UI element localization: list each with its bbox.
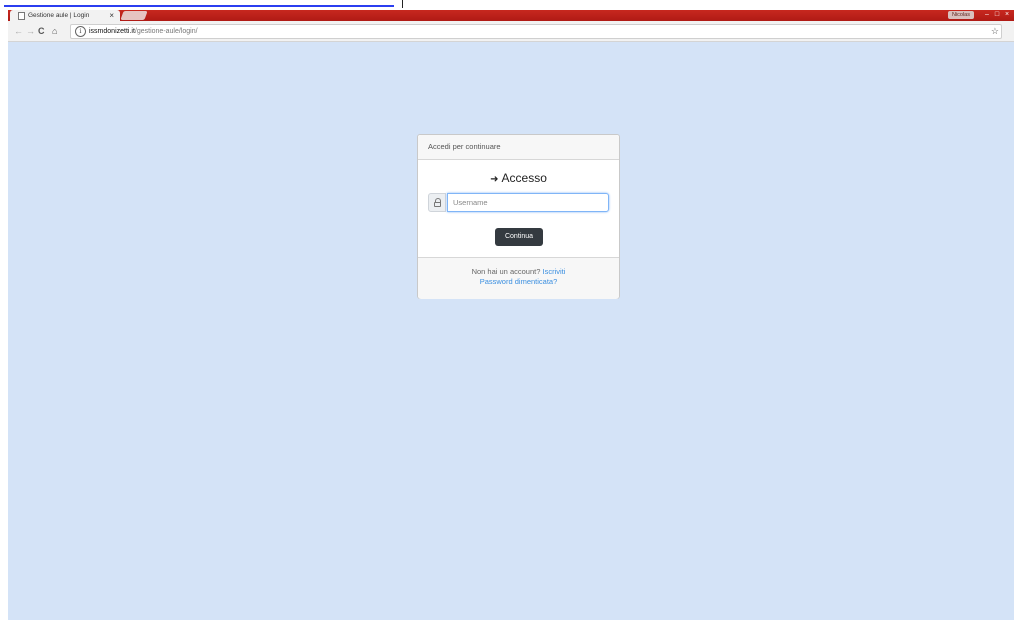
browser-window: Gestione aule | Login × Nicolas – □ × ← → … bbox=[8, 10, 1014, 620]
reload-icon[interactable]: C bbox=[38, 25, 45, 37]
username-input[interactable] bbox=[447, 193, 609, 212]
text-cursor-mark bbox=[402, 0, 403, 8]
signup-link[interactable]: Iscriviti bbox=[542, 267, 565, 276]
home-icon[interactable]: ⌂ bbox=[52, 25, 57, 37]
login-title: ➜ Accesso bbox=[418, 171, 619, 187]
browser-titlebar: Gestione aule | Login × Nicolas – □ × bbox=[8, 10, 1014, 21]
login-card: Accedi per continuare ➜Accesso Continua … bbox=[417, 134, 620, 299]
login-card-header: Accedi per continuare bbox=[418, 135, 619, 160]
profile-badge[interactable]: Nicolas bbox=[947, 11, 974, 19]
back-icon[interactable]: ← bbox=[14, 25, 23, 37]
url-domain: issmdonizetti.it bbox=[89, 28, 135, 35]
info-icon[interactable]: i bbox=[75, 26, 86, 37]
bookmark-star-icon[interactable]: ☆ bbox=[991, 25, 999, 38]
page-viewport: Accedi per continuare ➜Accesso Continua … bbox=[8, 42, 1014, 620]
url-text: issmdonizetti.it/gestione-aule/login/ bbox=[89, 25, 198, 38]
window-controls: – □ × bbox=[982, 10, 1012, 19]
tab-title: Gestione aule | Login bbox=[28, 12, 90, 19]
page-icon bbox=[18, 12, 25, 20]
login-card-footer: Non hai un account? Iscriviti Password d… bbox=[418, 257, 619, 299]
forgot-password-link[interactable]: Password dimenticata? bbox=[480, 277, 558, 286]
login-title-text: Accesso bbox=[501, 171, 547, 185]
lock-icon-body bbox=[434, 202, 441, 207]
close-window-icon[interactable]: × bbox=[1002, 10, 1012, 19]
username-addon bbox=[428, 193, 446, 212]
url-path: /gestione-aule/login/ bbox=[134, 28, 198, 35]
underlined-link-fragment bbox=[4, 5, 394, 7]
sign-in-icon: ➜ bbox=[490, 174, 499, 185]
minimize-icon[interactable]: – bbox=[982, 10, 992, 19]
forward-icon[interactable]: → bbox=[26, 25, 35, 37]
forgot-password-line: Password dimenticata? bbox=[418, 277, 619, 287]
new-tab-button[interactable] bbox=[120, 11, 148, 20]
continue-button[interactable]: Continua bbox=[495, 228, 543, 246]
no-account-text: Non hai un account? bbox=[471, 267, 541, 276]
browser-tab[interactable]: Gestione aule | Login × bbox=[10, 10, 120, 21]
tab-close-icon[interactable]: × bbox=[109, 10, 114, 21]
maximize-icon[interactable]: □ bbox=[992, 10, 1002, 19]
address-bar[interactable]: i issmdonizetti.it/gestione-aule/login/ … bbox=[70, 24, 1002, 39]
signup-line: Non hai un account? Iscriviti bbox=[418, 267, 619, 277]
browser-toolbar: ← → C ⌂ i issmdonizetti.it/gestione-aule… bbox=[8, 21, 1014, 42]
